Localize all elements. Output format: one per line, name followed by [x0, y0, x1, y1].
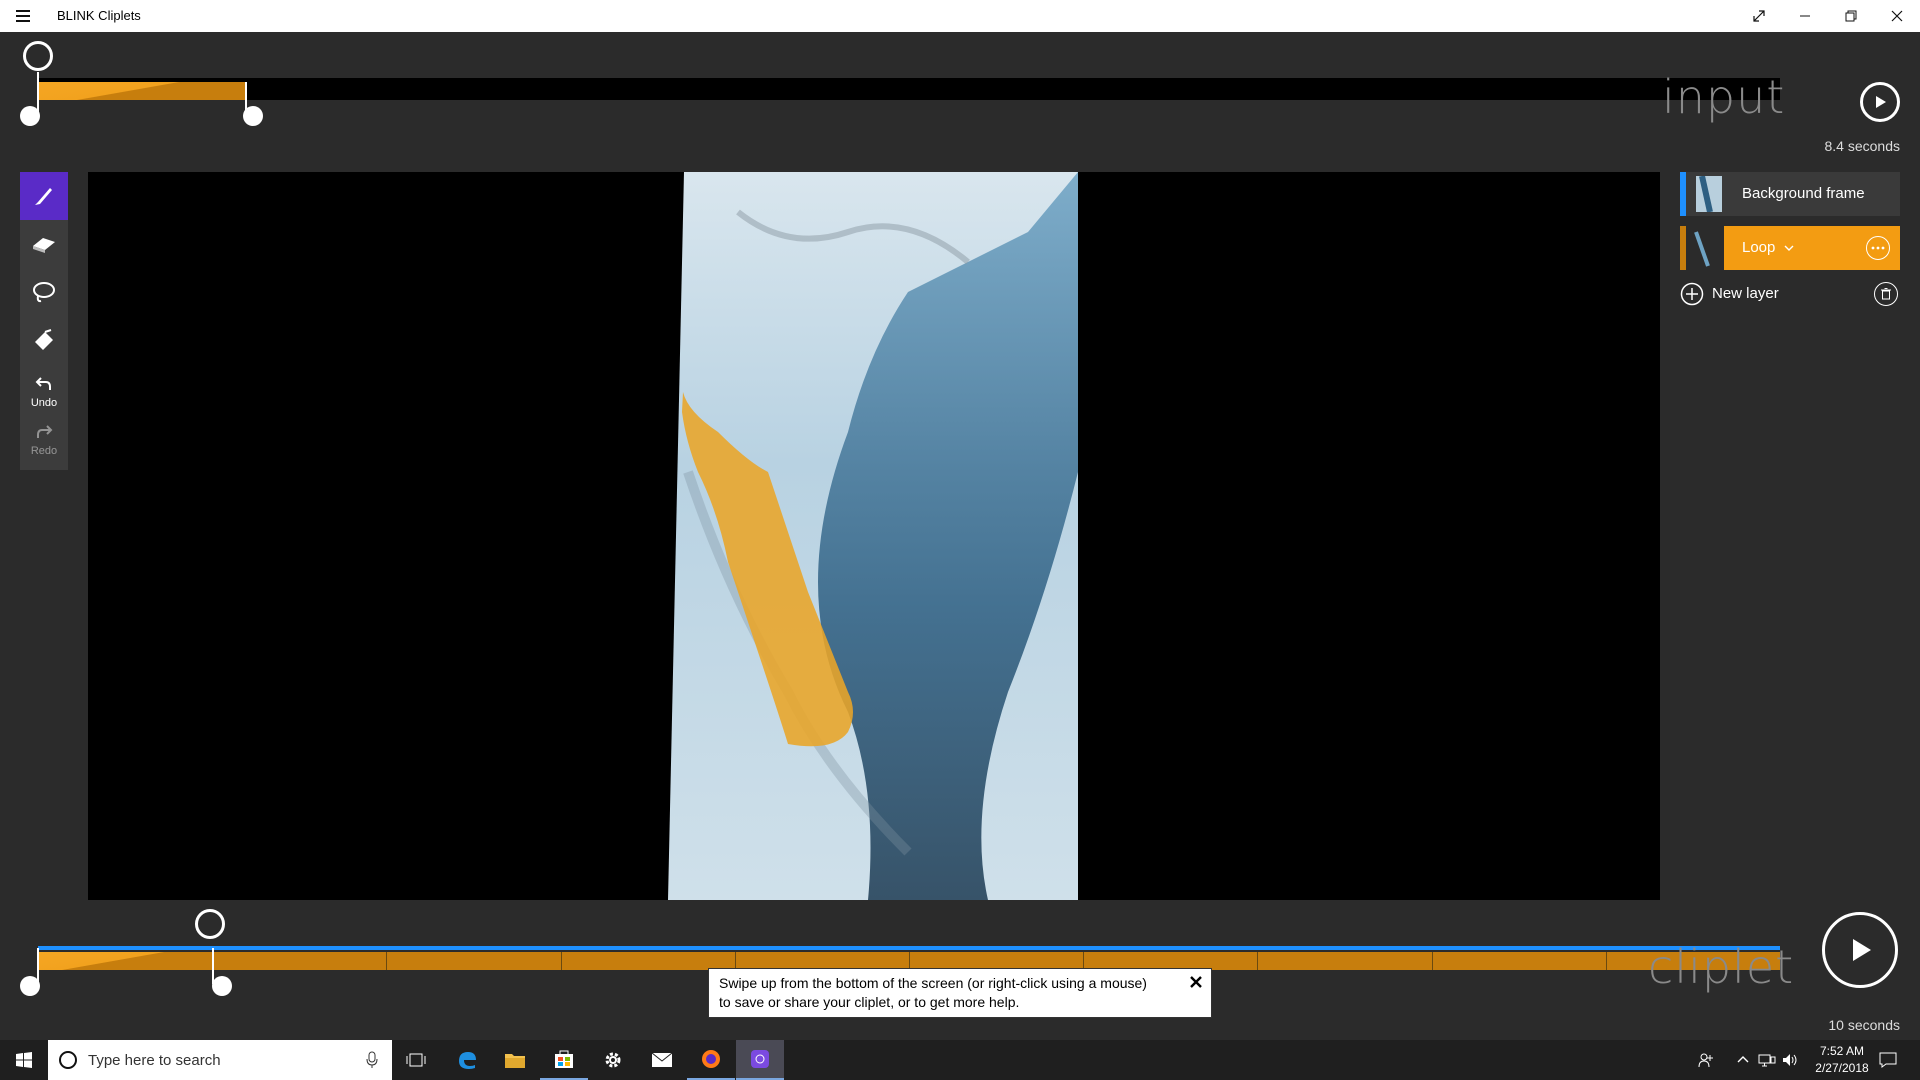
app-title: BLINK Cliplets: [57, 8, 141, 23]
layer-background-frame[interactable]: Background frame: [1680, 172, 1900, 216]
clock-date: 2/27/2018: [1815, 1061, 1869, 1075]
layer-label: Loop: [1742, 239, 1776, 256]
cliplet-duration: 10 seconds: [1828, 1017, 1900, 1033]
input-timeline-track[interactable]: [38, 78, 1780, 100]
redo-icon: [37, 425, 53, 438]
tooltip-line-2: to save or share your cliplet, or to get…: [719, 994, 1020, 1010]
chevron-down-icon: [1784, 245, 1794, 251]
input-duration: 8.4 seconds: [1824, 138, 1901, 154]
delete-layer-button[interactable]: [1874, 282, 1898, 306]
cliplet-start-handle[interactable]: [20, 976, 40, 996]
play-icon: [1876, 96, 1886, 108]
cliplet-label: cliplet: [1648, 940, 1795, 994]
layer-label: Background frame: [1742, 185, 1865, 202]
chevron-up-icon[interactable]: [1736, 1052, 1750, 1073]
microphone-icon[interactable]: [366, 1051, 378, 1069]
more-icon: [1871, 246, 1885, 250]
cliplets-app-icon: [751, 1050, 769, 1068]
cliplet-progress-line: [38, 946, 1780, 950]
start-button[interactable]: [0, 1040, 48, 1080]
help-tooltip: Swipe up from the bottom of the screen (…: [708, 968, 1212, 1018]
task-view-button[interactable]: [392, 1040, 440, 1080]
layer-thumbnail: [1696, 176, 1722, 212]
close-icon: [1190, 976, 1202, 988]
layer-loop[interactable]: Loop: [1680, 226, 1900, 270]
mail-icon: [651, 1052, 673, 1067]
input-play-button[interactable]: [1860, 82, 1900, 122]
firefox-button[interactable]: [687, 1040, 735, 1080]
input-playhead-handle[interactable]: [23, 41, 53, 71]
network-icon[interactable]: [1758, 1052, 1776, 1073]
cliplets-app-button[interactable]: [736, 1040, 784, 1080]
windows-logo-icon: [16, 1052, 32, 1068]
redo-button[interactable]: Redo: [20, 424, 68, 472]
layer-more-options-button[interactable]: [1866, 236, 1890, 260]
lasso-tool-button[interactable]: [20, 268, 68, 316]
undo-icon: [35, 377, 51, 390]
add-circle-icon: [1680, 282, 1704, 306]
eraser-tool-button[interactable]: [20, 220, 68, 268]
new-layer-label: New layer: [1712, 285, 1779, 302]
clock-time: 7:52 AM: [1819, 1044, 1865, 1058]
people-icon[interactable]: [1698, 1052, 1714, 1073]
cliplet-playhead-handle[interactable]: [195, 909, 225, 939]
gear-icon: [605, 1052, 621, 1068]
tool-panel: Undo Redo: [20, 172, 68, 470]
loop-segment-marker: [386, 952, 387, 970]
cliplet-end-handle[interactable]: [212, 976, 232, 996]
store-button[interactable]: [540, 1040, 588, 1080]
redo-label: Redo: [30, 445, 58, 457]
minimize-button[interactable]: [1782, 0, 1828, 32]
undo-label: Undo: [30, 397, 58, 409]
search-placeholder: Type here to search: [88, 1052, 221, 1069]
lasso-icon: [33, 282, 55, 303]
volume-icon[interactable]: [1782, 1052, 1800, 1073]
task-view-icon: [406, 1053, 426, 1067]
loop-segment-marker: [561, 952, 562, 970]
trash-icon: [1881, 288, 1891, 300]
brush-tool-button[interactable]: [20, 172, 68, 220]
loop-segment-marker: [1606, 952, 1607, 970]
loop-segment-marker: [1432, 952, 1433, 970]
layer-thumbnail: [1686, 226, 1724, 270]
store-bag-icon: [555, 1050, 573, 1068]
system-clock[interactable]: 7:52 AM 2/27/2018: [1806, 1043, 1878, 1077]
brush-icon: [35, 188, 52, 205]
mail-button[interactable]: [638, 1040, 686, 1080]
taskbar-search-box[interactable]: Type here to search: [48, 1040, 392, 1080]
firefox-icon: [702, 1050, 720, 1068]
title-bar: BLINK Cliplets: [0, 0, 1920, 32]
layer-loop-dropdown[interactable]: Loop: [1742, 239, 1794, 256]
cliplet-selection-range: [38, 952, 213, 970]
video-frame: [668, 172, 1078, 900]
fill-icon: [35, 329, 53, 350]
tooltip-line-1: Swipe up from the bottom of the screen (…: [719, 975, 1147, 991]
input-label: input: [1662, 70, 1786, 124]
loop-segment-marker: [1257, 952, 1258, 970]
undo-button[interactable]: Undo: [20, 376, 68, 424]
fill-tool-button[interactable]: [20, 316, 68, 364]
layer-accent-bar: [1680, 172, 1686, 216]
fullscreen-icon[interactable]: [1736, 0, 1782, 32]
input-end-handle[interactable]: [243, 106, 263, 126]
folder-icon: [505, 1054, 525, 1068]
video-canvas[interactable]: [88, 172, 1660, 900]
action-center-icon[interactable]: [1878, 1050, 1898, 1075]
restore-button[interactable]: [1828, 0, 1874, 32]
hamburger-menu-icon[interactable]: [16, 8, 30, 24]
settings-button[interactable]: [589, 1040, 637, 1080]
file-explorer-button[interactable]: [491, 1040, 539, 1080]
tooltip-close-button[interactable]: [1189, 975, 1203, 994]
search-circle-icon: [59, 1051, 77, 1069]
input-start-handle[interactable]: [20, 106, 40, 126]
edge-icon: [459, 1052, 476, 1069]
cliplet-play-button[interactable]: [1822, 912, 1898, 988]
close-button[interactable]: [1874, 0, 1920, 32]
edge-browser-button[interactable]: [443, 1040, 491, 1080]
eraser-icon: [33, 238, 55, 253]
input-selection-range: [38, 82, 246, 100]
play-icon: [1853, 939, 1871, 961]
